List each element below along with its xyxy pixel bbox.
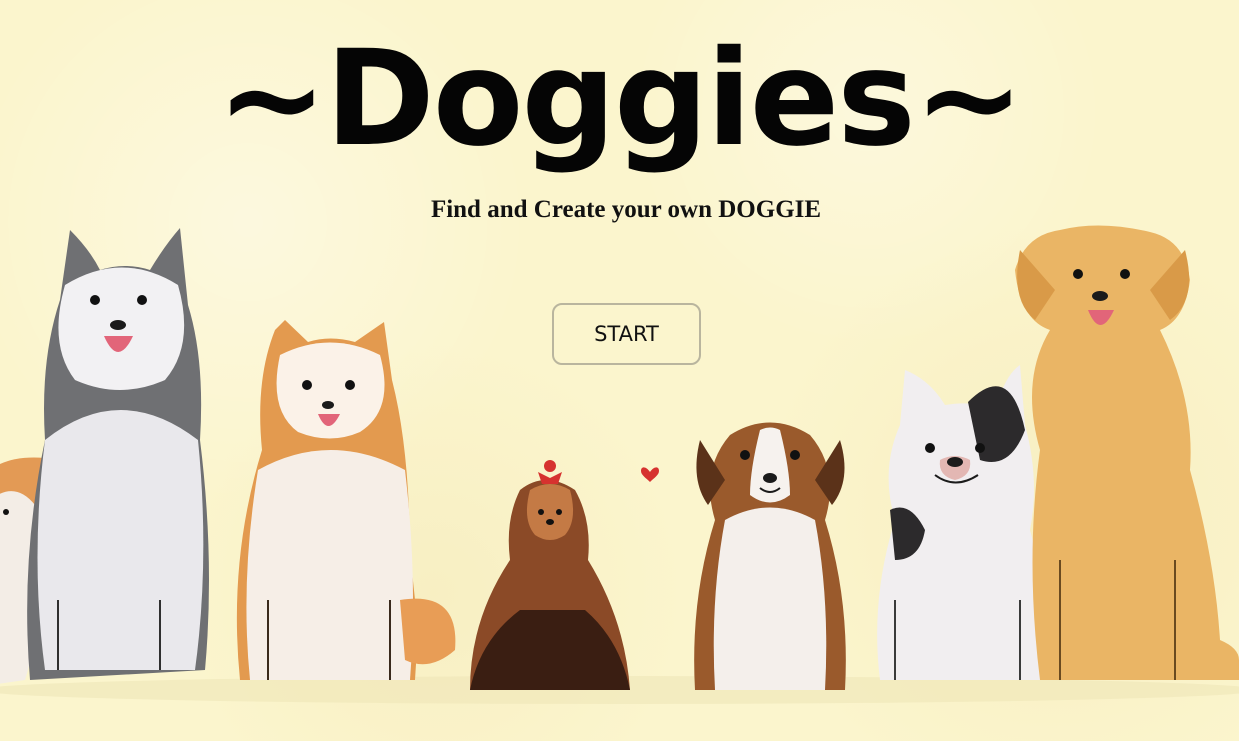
page-title: ~Doggies~ <box>216 22 1025 176</box>
start-button[interactable]: START <box>552 303 701 365</box>
page-subtitle: Find and Create your own DOGGIE <box>430 196 822 223</box>
